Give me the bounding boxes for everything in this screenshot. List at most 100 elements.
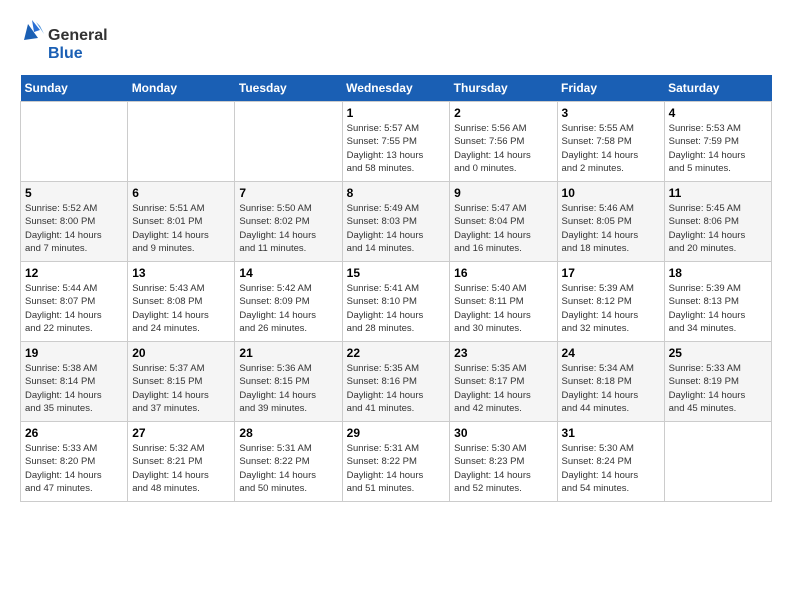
day-info: Sunrise: 5:30 AM Sunset: 8:24 PM Dayligh…	[562, 442, 660, 495]
calendar-week-row: 19 Sunrise: 5:38 AM Sunset: 8:14 PM Dayli…	[21, 342, 772, 422]
day-info: Sunrise: 5:35 AM Sunset: 8:16 PM Dayligh…	[347, 362, 446, 415]
day-number: 3	[562, 106, 660, 120]
calendar-cell: 16Sunrise: 5:40 AM Sunset: 8:11 PM Dayli…	[450, 262, 557, 342]
day-info: Sunrise: 5:46 AM Sunset: 8:05 PM Dayligh…	[562, 202, 660, 255]
day-number: 15	[347, 266, 446, 280]
calendar-cell: 22 Sunrise: 5:35 AM Sunset: 8:16 PM Dayli…	[342, 342, 450, 422]
day-info: Sunrise: 5:39 AM Sunset: 8:13 PM Dayligh…	[669, 282, 767, 335]
day-number: 2	[454, 106, 552, 120]
day-number: 7	[239, 186, 337, 200]
svg-text:Blue: Blue	[48, 45, 83, 62]
calendar-cell: 7 Sunrise: 5:50 AM Sunset: 8:02 PM Daylig…	[235, 182, 342, 262]
calendar-cell: 2 Sunrise: 5:56 AM Sunset: 7:56 PM Daylig…	[450, 102, 557, 182]
day-info: Sunrise: 5:39 AM Sunset: 8:12 PM Dayligh…	[562, 282, 660, 335]
day-number: 8	[347, 186, 446, 200]
day-number: 31	[562, 426, 660, 440]
day-number: 10	[562, 186, 660, 200]
calendar-cell: 18Sunrise: 5:39 AM Sunset: 8:13 PM Dayli…	[664, 262, 771, 342]
weekday-header-saturday: Saturday	[664, 75, 771, 102]
day-info: Sunrise: 5:37 AM Sunset: 8:15 PM Dayligh…	[132, 362, 230, 415]
calendar-cell: 20Sunrise: 5:37 AM Sunset: 8:15 PM Dayli…	[128, 342, 235, 422]
day-info: Sunrise: 5:50 AM Sunset: 8:02 PM Dayligh…	[239, 202, 337, 255]
day-number: 4	[669, 106, 767, 120]
calendar-cell: 10 Sunrise: 5:46 AM Sunset: 8:05 PM Dayli…	[557, 182, 664, 262]
calendar-cell: 11 Sunrise: 5:45 AM Sunset: 8:06 PM Dayli…	[664, 182, 771, 262]
day-number: 6	[132, 186, 230, 200]
day-number: 27	[132, 426, 230, 440]
calendar-cell: 3 Sunrise: 5:55 AM Sunset: 7:58 PM Daylig…	[557, 102, 664, 182]
day-info: Sunrise: 5:56 AM Sunset: 7:56 PM Dayligh…	[454, 122, 552, 175]
day-number: 14	[239, 266, 337, 280]
calendar-cell	[21, 102, 128, 182]
day-number: 5	[25, 186, 123, 200]
calendar-week-row: 26Sunrise: 5:33 AM Sunset: 8:20 PM Dayli…	[21, 422, 772, 502]
day-info: Sunrise: 5:51 AM Sunset: 8:01 PM Dayligh…	[132, 202, 230, 255]
weekday-header-thursday: Thursday	[450, 75, 557, 102]
day-info: Sunrise: 5:33 AM Sunset: 8:19 PM Dayligh…	[669, 362, 767, 415]
day-info: Sunrise: 5:47 AM Sunset: 8:04 PM Dayligh…	[454, 202, 552, 255]
weekday-header-monday: Monday	[128, 75, 235, 102]
day-number: 12	[25, 266, 123, 280]
calendar-cell: 31 Sunrise: 5:30 AM Sunset: 8:24 PM Dayli…	[557, 422, 664, 502]
calendar-cell: 26Sunrise: 5:33 AM Sunset: 8:20 PM Dayli…	[21, 422, 128, 502]
calendar-table: SundayMondayTuesdayWednesdayThursdayFrid…	[20, 75, 772, 502]
weekday-header-wednesday: Wednesday	[342, 75, 450, 102]
calendar-week-row: 5Sunrise: 5:52 AM Sunset: 8:00 PM Daylig…	[21, 182, 772, 262]
calendar-cell: 19 Sunrise: 5:38 AM Sunset: 8:14 PM Dayli…	[21, 342, 128, 422]
day-number: 9	[454, 186, 552, 200]
calendar-cell: 12 Sunrise: 5:44 AM Sunset: 8:07 PM Dayli…	[21, 262, 128, 342]
calendar-cell: 4 Sunrise: 5:53 AM Sunset: 7:59 PM Daylig…	[664, 102, 771, 182]
day-info: Sunrise: 5:38 AM Sunset: 8:14 PM Dayligh…	[25, 362, 123, 415]
calendar-cell: 17 Sunrise: 5:39 AM Sunset: 8:12 PM Dayli…	[557, 262, 664, 342]
day-number: 11	[669, 186, 767, 200]
calendar-cell: 27 Sunrise: 5:32 AM Sunset: 8:21 PM Dayli…	[128, 422, 235, 502]
day-info: Sunrise: 5:53 AM Sunset: 7:59 PM Dayligh…	[669, 122, 767, 175]
calendar-cell: 14 Sunrise: 5:42 AM Sunset: 8:09 PM Dayli…	[235, 262, 342, 342]
day-number: 24	[562, 346, 660, 360]
calendar-cell: 23Sunrise: 5:35 AM Sunset: 8:17 PM Dayli…	[450, 342, 557, 422]
svg-text:General: General	[48, 27, 108, 44]
calendar-cell	[235, 102, 342, 182]
day-info: Sunrise: 5:34 AM Sunset: 8:18 PM Dayligh…	[562, 362, 660, 415]
day-info: Sunrise: 5:57 AM Sunset: 7:55 PM Dayligh…	[347, 122, 446, 175]
day-number: 28	[239, 426, 337, 440]
calendar-week-row: 1 Sunrise: 5:57 AM Sunset: 7:55 PM Daylig…	[21, 102, 772, 182]
day-info: Sunrise: 5:35 AM Sunset: 8:17 PM Dayligh…	[454, 362, 552, 415]
calendar-cell	[664, 422, 771, 502]
day-number: 22	[347, 346, 446, 360]
day-number: 13	[132, 266, 230, 280]
weekday-header-tuesday: Tuesday	[235, 75, 342, 102]
calendar-cell: 25 Sunrise: 5:33 AM Sunset: 8:19 PM Dayli…	[664, 342, 771, 422]
calendar-cell: 5Sunrise: 5:52 AM Sunset: 8:00 PM Daylig…	[21, 182, 128, 262]
calendar-cell: 1 Sunrise: 5:57 AM Sunset: 7:55 PM Daylig…	[342, 102, 450, 182]
calendar-cell: 30 Sunrise: 5:30 AM Sunset: 8:23 PM Dayli…	[450, 422, 557, 502]
day-number: 1	[347, 106, 446, 120]
day-info: Sunrise: 5:45 AM Sunset: 8:06 PM Dayligh…	[669, 202, 767, 255]
weekday-header-row: SundayMondayTuesdayWednesdayThursdayFrid…	[21, 75, 772, 102]
calendar-week-row: 12 Sunrise: 5:44 AM Sunset: 8:07 PM Dayli…	[21, 262, 772, 342]
day-number: 25	[669, 346, 767, 360]
calendar-cell: 6 Sunrise: 5:51 AM Sunset: 8:01 PM Daylig…	[128, 182, 235, 262]
logo-svg: General Blue	[20, 20, 130, 65]
day-info: Sunrise: 5:32 AM Sunset: 8:21 PM Dayligh…	[132, 442, 230, 495]
calendar-cell: 15Sunrise: 5:41 AM Sunset: 8:10 PM Dayli…	[342, 262, 450, 342]
calendar-cell	[128, 102, 235, 182]
day-info: Sunrise: 5:33 AM Sunset: 8:20 PM Dayligh…	[25, 442, 123, 495]
calendar-cell: 9 Sunrise: 5:47 AM Sunset: 8:04 PM Daylig…	[450, 182, 557, 262]
day-info: Sunrise: 5:36 AM Sunset: 8:15 PM Dayligh…	[239, 362, 337, 415]
day-info: Sunrise: 5:55 AM Sunset: 7:58 PM Dayligh…	[562, 122, 660, 175]
calendar-cell: 29Sunrise: 5:31 AM Sunset: 8:22 PM Dayli…	[342, 422, 450, 502]
day-info: Sunrise: 5:30 AM Sunset: 8:23 PM Dayligh…	[454, 442, 552, 495]
calendar-cell: 13Sunrise: 5:43 AM Sunset: 8:08 PM Dayli…	[128, 262, 235, 342]
day-number: 17	[562, 266, 660, 280]
day-number: 21	[239, 346, 337, 360]
weekday-header-sunday: Sunday	[21, 75, 128, 102]
day-number: 30	[454, 426, 552, 440]
day-number: 19	[25, 346, 123, 360]
day-info: Sunrise: 5:42 AM Sunset: 8:09 PM Dayligh…	[239, 282, 337, 335]
logo: General Blue	[20, 20, 130, 65]
day-number: 16	[454, 266, 552, 280]
day-info: Sunrise: 5:44 AM Sunset: 8:07 PM Dayligh…	[25, 282, 123, 335]
day-info: Sunrise: 5:49 AM Sunset: 8:03 PM Dayligh…	[347, 202, 446, 255]
day-info: Sunrise: 5:31 AM Sunset: 8:22 PM Dayligh…	[347, 442, 446, 495]
